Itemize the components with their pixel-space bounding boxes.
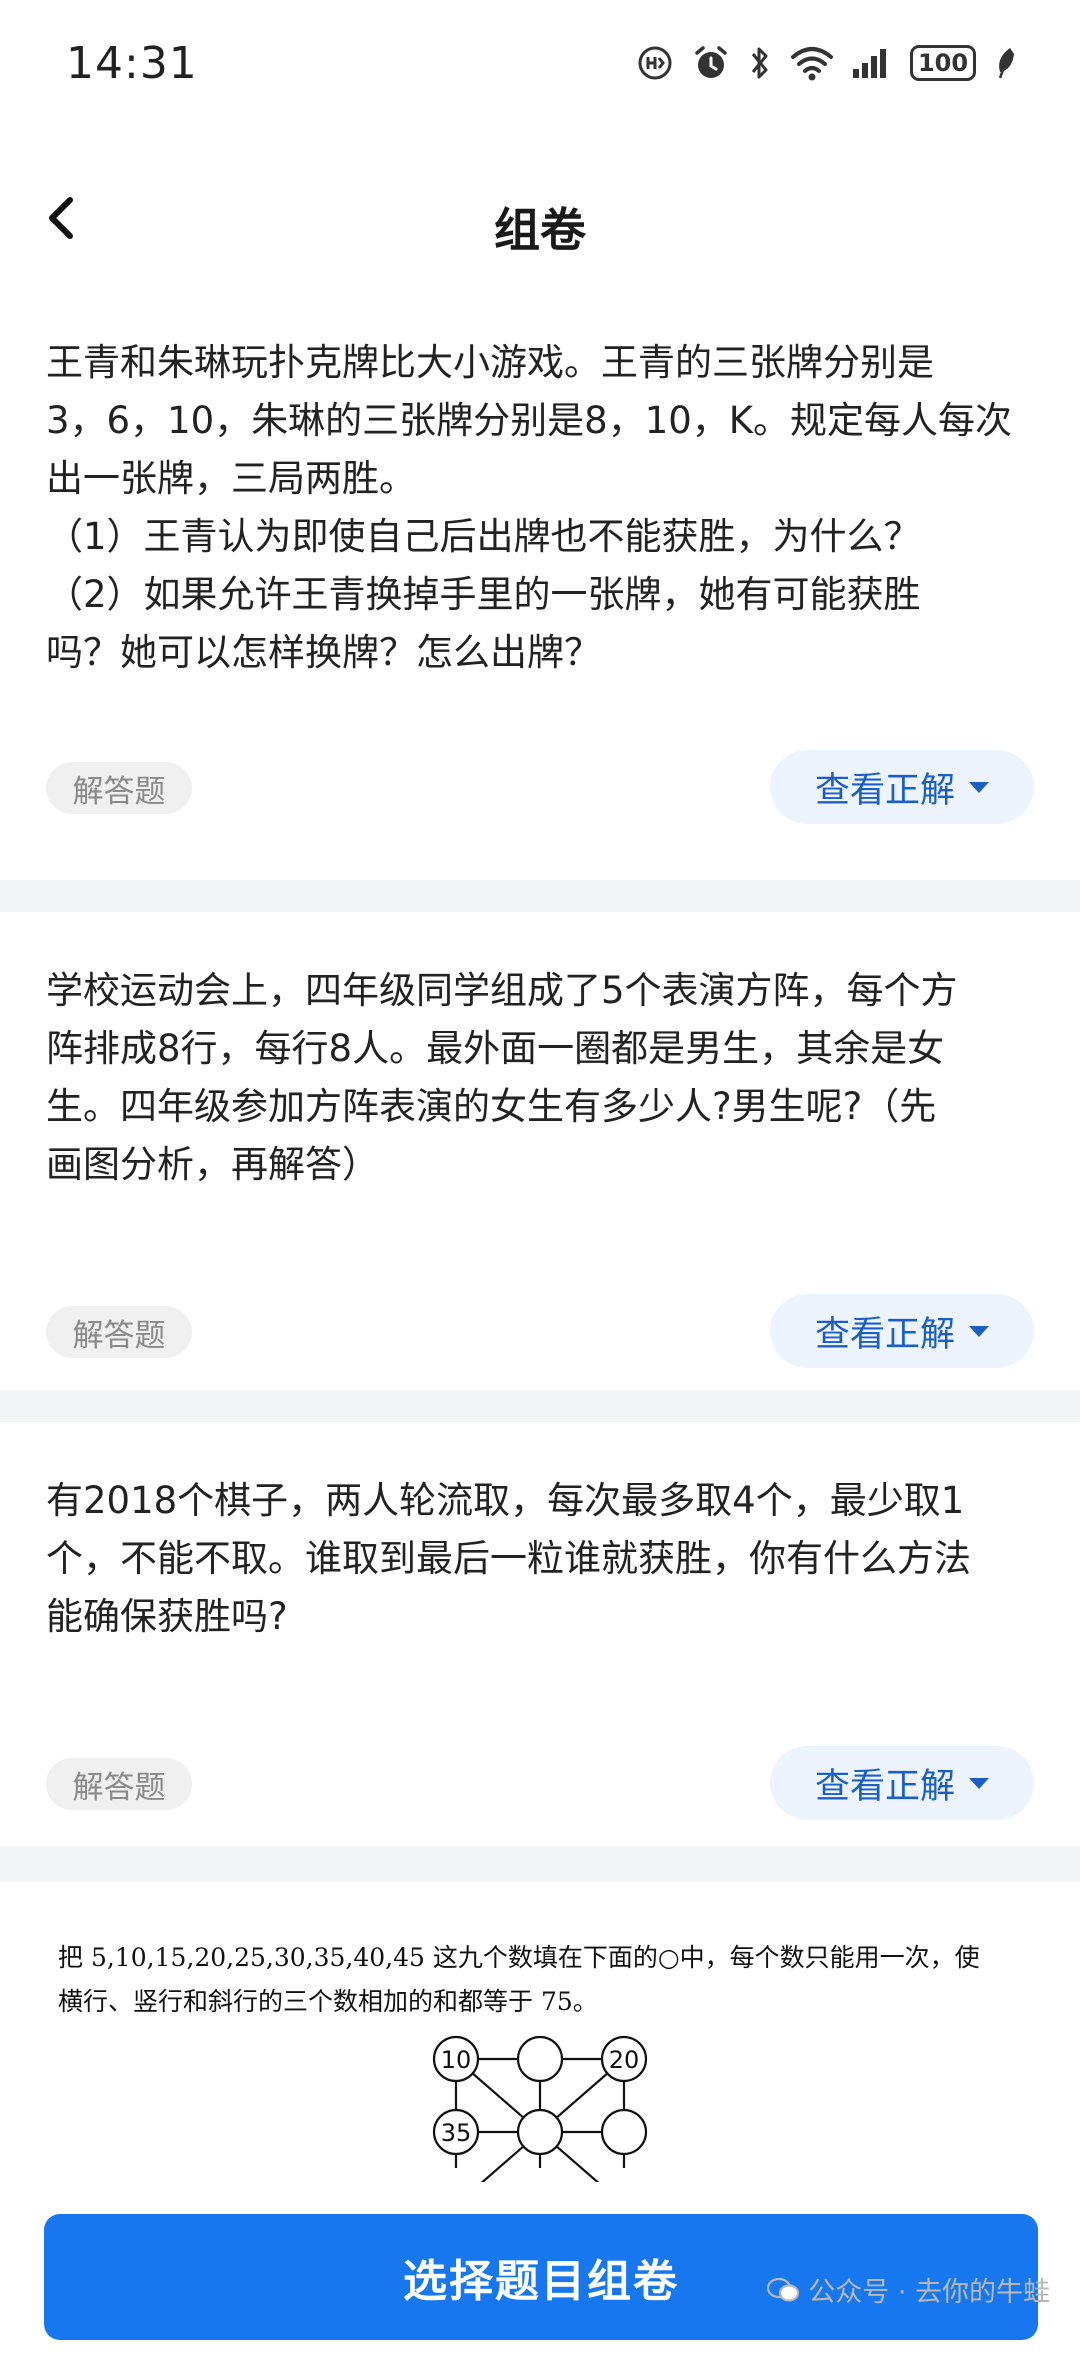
image-question-line: 把 5,10,15,20,25,30,35,40,45 这九个数填在下面的○中，… <box>58 1943 980 1972</box>
view-answer-button[interactable]: 查看正解 <box>770 750 1034 824</box>
question-line: 3，6，10，朱琳的三张牌分别是8，10，K。规定每人每次 <box>46 399 1013 442</box>
question-text: 王青和朱琳玩扑克牌比大小游戏。王青的三张牌分别是 3，6，10，朱琳的三张牌分别… <box>46 334 1034 682</box>
question-card-1: 王青和朱琳玩扑克牌比大小游戏。王青的三张牌分别是 3，6，10，朱琳的三张牌分别… <box>0 316 1080 880</box>
watermark: 公众号 · 去你的牛蛙 <box>766 2270 1050 2309</box>
question-type-tag: 解答题 <box>46 762 192 814</box>
question-line: 有2018个棋子，两人轮流取，每次最多取4个，最少取1 <box>46 1479 965 1522</box>
question-line: 个，不能不取。谁取到最后一粒谁就获胜，你有什么方法 <box>46 1537 971 1580</box>
question-line: 能确保获胜吗? <box>46 1595 288 1638</box>
leaf-icon <box>994 46 1016 80</box>
alarm-icon <box>692 44 730 82</box>
status-bar: 14:31 100 <box>0 0 1080 126</box>
question-line: 出一张牌，三局两胜。 <box>46 457 416 500</box>
image-question-card: 把 5,10,15,20,25,30,35,40,45 这九个数填在下面的○中，… <box>0 1882 1080 2182</box>
question-text: 学校运动会上，四年级同学组成了5个表演方阵，每个方 阵排成8行，每行8人。最外面… <box>46 962 1034 1194</box>
question-type-tag: 解答题 <box>46 1758 192 1810</box>
puzzle-circle-value: 10 <box>441 2046 472 2074</box>
image-question-text: 把 5,10,15,20,25,30,35,40,45 这九个数填在下面的○中，… <box>58 1936 980 2024</box>
status-time: 14:31 <box>66 37 198 89</box>
question-text: 有2018个棋子，两人轮流取，每次最多取4个，最少取1 个，不能不取。谁取到最后… <box>46 1472 1034 1646</box>
puzzle-circle <box>600 2108 648 2156</box>
puzzle-circle-value: 20 <box>609 2046 640 2074</box>
caret-down-icon <box>969 1325 989 1337</box>
question-line: 生。四年级参加方阵表演的女生有多少人?男生呢?（先 <box>46 1085 937 1128</box>
question-line: （1）王青认为即使自己后出牌也不能获胜，为什么？ <box>46 515 921 558</box>
caret-down-icon <box>969 1777 989 1789</box>
question-line: （2）如果允许王青换掉手里的一张牌，她有可能获胜 <box>46 573 921 616</box>
view-answer-button[interactable]: 查看正解 <box>770 1746 1034 1820</box>
question-type-tag: 解答题 <box>46 1306 192 1358</box>
view-answer-button[interactable]: 查看正解 <box>770 1294 1034 1368</box>
signal-icon <box>852 47 892 79</box>
view-answer-label: 查看正解 <box>814 1314 955 1355</box>
circle-puzzle-figure: 10 20 35 <box>432 2035 648 2182</box>
puzzle-circle <box>516 2035 564 2083</box>
puzzle-circle <box>516 2108 564 2156</box>
status-icons: 100 <box>636 44 1016 82</box>
page-title: 组卷 <box>494 203 586 257</box>
caret-down-icon <box>969 781 989 793</box>
question-line: 王青和朱琳玩扑克牌比大小游戏。王青的三张牌分别是 <box>46 341 934 384</box>
hd-call-icon <box>636 44 674 82</box>
wechat-icon <box>767 2277 800 2302</box>
question-line: 学校运动会上，四年级同学组成了5个表演方阵，每个方 <box>46 969 958 1012</box>
view-answer-label: 查看正解 <box>814 1766 955 1807</box>
question-line: 画图分析，再解答） <box>46 1143 379 1186</box>
puzzle-circle-value: 35 <box>441 2119 472 2147</box>
watermark-text: 公众号 · 去你的牛蛙 <box>808 2277 1050 2308</box>
question-line: 阵排成8行，每行8人。最外面一圈都是男生，其余是女 <box>46 1027 945 1070</box>
question-line: 吗？她可以怎样换牌？怎么出牌？ <box>46 631 601 674</box>
question-card-3: 有2018个棋子，两人轮流取，每次最多取4个，最少取1 个，不能不取。谁取到最后… <box>0 1422 1080 1846</box>
bluetooth-icon <box>748 44 772 82</box>
nav-bar: 组卷 <box>0 126 1080 316</box>
view-answer-label: 查看正解 <box>814 770 955 811</box>
image-question-line: 横行、竖行和斜行的三个数相加的和都等于 75。 <box>58 1987 598 2016</box>
battery-indicator: 100 <box>910 45 976 81</box>
wifi-icon <box>790 45 834 81</box>
question-card-2: 学校运动会上，四年级同学组成了5个表演方阵，每个方 阵排成8行，每行8人。最外面… <box>0 912 1080 1390</box>
